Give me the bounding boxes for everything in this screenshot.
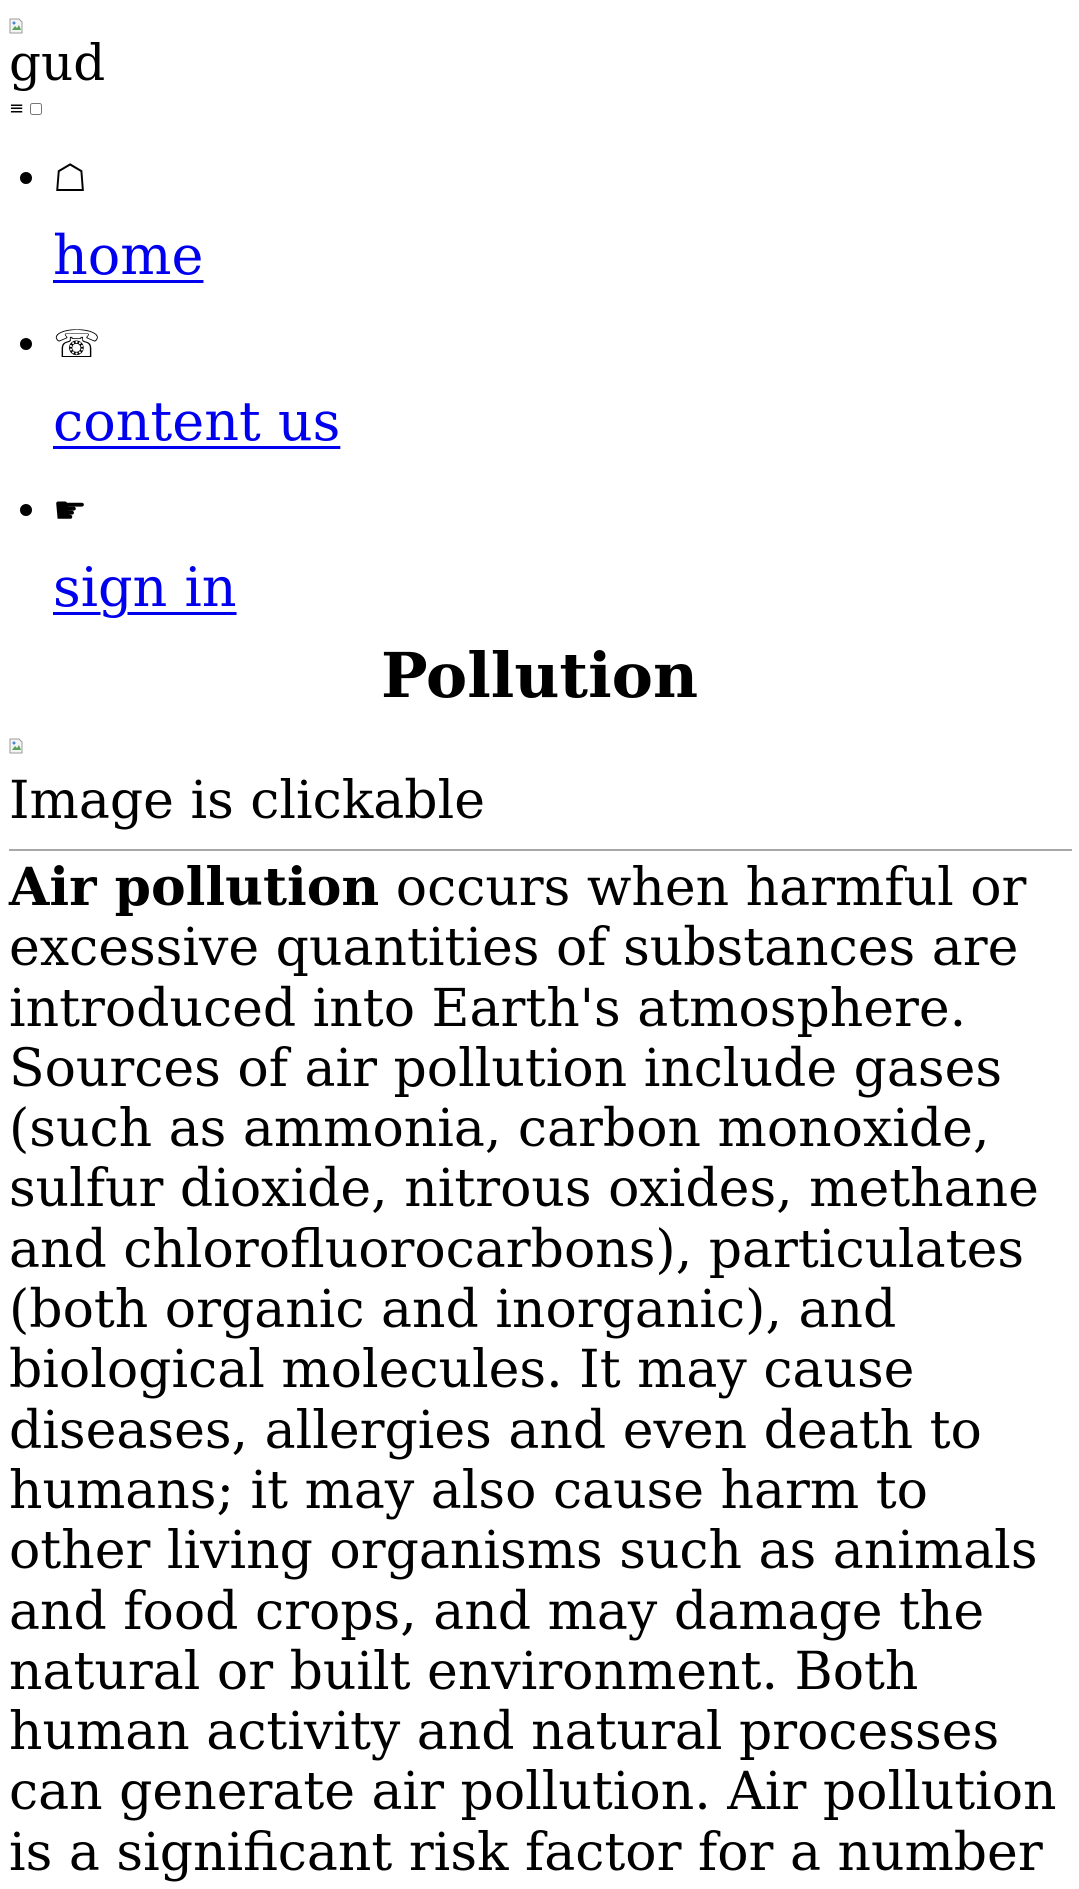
list-bullet: [20, 504, 32, 516]
page: gud ≡ ☖ home ☏ content us ☛ sign in Poll…: [0, 0, 1079, 1889]
nav-item-contact: ☏ content us: [0, 314, 1079, 480]
article-paragraph: Air pollution occurs when harmful or exc…: [9, 857, 1075, 1889]
menu-toggle[interactable]: ≡: [9, 100, 43, 118]
hamburger-icon[interactable]: ≡: [9, 100, 24, 118]
site-name: gud: [9, 34, 106, 92]
pollution-image[interactable]: [9, 738, 25, 754]
logo-image: [9, 18, 25, 34]
page-title: Pollution: [380, 639, 699, 712]
list-bullet: [20, 172, 32, 184]
menu-checkbox[interactable]: [30, 103, 43, 115]
image-caption: Image is clickable: [9, 771, 485, 831]
house-icon: ☖: [53, 156, 88, 200]
contact-us-link[interactable]: content us: [53, 390, 340, 454]
home-link[interactable]: home: [53, 224, 203, 288]
nav-item-sign-in: ☛ sign in: [0, 480, 1079, 646]
divider: [9, 849, 1072, 851]
nav-item-home: ☖ home: [0, 148, 1079, 314]
list-bullet: [20, 338, 32, 350]
sign-in-link[interactable]: sign in: [53, 556, 237, 620]
pointing-hand-icon: ☛: [53, 488, 88, 532]
article-lead: Air pollution: [9, 857, 380, 918]
telephone-icon: ☏: [53, 322, 101, 366]
nav-menu: ☖ home ☏ content us ☛ sign in: [0, 148, 1079, 646]
article-body: occurs when harmful or excessive quantit…: [9, 858, 1057, 1889]
